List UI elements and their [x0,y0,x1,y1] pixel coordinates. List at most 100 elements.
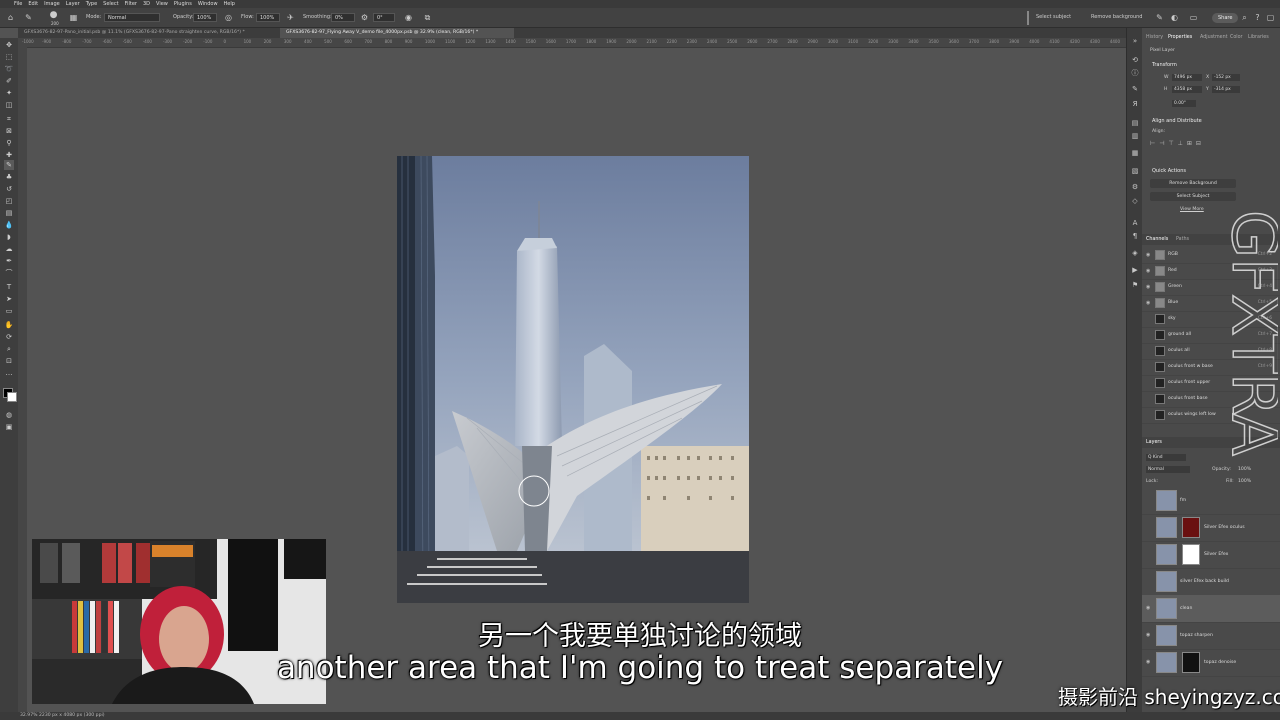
menu-help[interactable]: Help [224,1,235,7]
brush-panel-icon[interactable]: ✎ [1130,84,1140,94]
tab-flying-away[interactable]: GFXS3676-82-97_Flying Away V_demo file_4… [280,28,514,38]
menu-plugins[interactable]: Plugins [174,1,192,7]
brush-tool-active-icon[interactable]: ✎ [4,160,14,170]
shape-tool-icon[interactable]: ▭ [4,306,14,316]
history-brush-icon[interactable]: ↺ [4,184,14,194]
contrast-icon[interactable]: ◐ [1170,13,1179,22]
blend-mode-select[interactable]: Normal [1146,466,1190,473]
opacity-field[interactable]: 100% [193,13,217,22]
angle-field[interactable]: 0.00° [1172,100,1196,107]
shapes-icon[interactable]: ◇ [1130,196,1140,206]
visibility-eye-icon[interactable]: ◉ [1146,252,1150,258]
adjust-icon[interactable]: ⚙ [1130,182,1140,192]
quick-select-tool-icon[interactable]: ✐ [4,76,14,86]
lasso-tool-icon[interactable]: ➰ [4,64,14,74]
dodge-tool-icon[interactable]: ◗ [4,232,14,242]
angle-field[interactable]: 0° [373,13,395,22]
gear-icon[interactable]: ⚙ [360,13,369,22]
layer-mask-thumbnail[interactable] [1182,544,1200,565]
menu-edit[interactable]: Edit [28,1,38,7]
canvas-image[interactable] [397,156,749,603]
menu-window[interactable]: Window [198,1,218,7]
visibility-eye-icon[interactable]: ◉ [1146,268,1150,274]
layer-row[interactable]: Silver Efex [1142,541,1280,569]
tab-history[interactable]: History [1146,35,1163,40]
magic-wand-icon[interactable]: ✦ [4,88,14,98]
collapse-icon[interactable]: » [1130,36,1140,46]
tab-properties[interactable]: Properties [1168,35,1192,40]
flow-field[interactable]: 100% [256,13,280,22]
actions-play-icon[interactable]: ▶ [1130,265,1140,275]
menu-view[interactable]: View [156,1,168,7]
document-icon[interactable]: ▥ [1130,131,1140,141]
menu-select[interactable]: Select [103,1,118,7]
screen-mode-icon[interactable]: ▣ [4,422,14,432]
search-icon[interactable]: ⌕ [1240,13,1249,22]
rotate-view-icon[interactable]: ⟳ [4,332,14,342]
brush-preset-icon[interactable]: ● [49,11,58,20]
sponge-icon[interactable]: ☁ [4,244,14,254]
character-icon[interactable]: A [1130,218,1140,228]
symmetry-icon[interactable]: ⧉ [423,13,432,22]
tab-adjustment[interactable]: Adjustment [1200,35,1228,40]
layout-icon[interactable]: ▭ [1189,13,1198,22]
menu-filter[interactable]: Filter [125,1,137,7]
tab-layers[interactable]: Layers [1146,440,1162,445]
menu-image[interactable]: Image [44,1,60,7]
edit-toolbar-icon[interactable]: ⊡ [4,356,14,366]
layer-comps-icon[interactable]: ◈ [1130,248,1140,258]
smoothing-field[interactable]: 0% [331,13,355,22]
pressure-size-icon[interactable]: ◉ [404,13,413,22]
menu-3d[interactable]: 3D [143,1,150,7]
path-select-icon[interactable]: ➤ [4,294,14,304]
gradient-tool-icon[interactable]: ▤ [4,208,14,218]
paragraph-icon[interactable]: ¶ [1130,231,1140,241]
tab-color[interactable]: Color [1230,35,1243,40]
width-field[interactable]: 7496 px [1172,74,1202,81]
timeline-icon[interactable]: ⚑ [1130,280,1140,290]
history-icon[interactable]: ⟲ [1130,55,1140,65]
height-field[interactable]: 4358 px [1172,86,1202,93]
move-tool-icon[interactable]: ✥ [4,40,14,50]
clone-stamp-icon[interactable]: ♣ [4,172,14,182]
crop-tool-icon[interactable]: ⌗ [4,114,14,124]
visibility-eye-icon[interactable]: ◉ [1146,605,1150,611]
remove-background-button[interactable]: Remove background [1091,14,1142,20]
pressure-opacity-icon[interactable]: ◎ [224,13,233,22]
eyedropper-icon[interactable]: ⚲ [4,138,14,148]
menu-type[interactable]: Type [86,1,97,7]
background-color-swatch[interactable] [7,392,17,402]
gradients-icon[interactable]: ▧ [1130,166,1140,176]
menu-file[interactable]: File [14,1,22,7]
tab-channels[interactable]: Channels [1146,237,1168,242]
share-button[interactable]: Share [1212,13,1239,23]
frame-tool-icon[interactable]: ⊠ [4,126,14,136]
mode-select[interactable]: Normal [104,13,160,22]
more-tools-icon[interactable]: … [4,368,14,378]
properties-icon[interactable]: ▤ [1130,118,1140,128]
swatches-icon[interactable]: ▦ [1130,148,1140,158]
curvature-pen-icon[interactable]: ⌒ [4,268,14,278]
type-tool-icon[interactable]: T [4,282,14,292]
tab-pano-initial[interactable]: GFXS3676-82-97-Pano_initial.psb @ 11.1% … [18,28,282,38]
remove-background-action-button[interactable]: Remove Background [1150,179,1236,188]
visibility-eye-icon[interactable]: ◉ [1146,284,1150,290]
layer-mask-thumbnail[interactable] [1182,517,1200,538]
tab-libraries[interactable]: Libraries [1248,35,1269,40]
edit-icon[interactable]: ✎ [1155,13,1164,22]
brush-settings-icon[interactable]: ▦ [69,13,78,22]
layer-row[interactable]: silver Efex back build [1142,568,1280,596]
blur-tool-icon[interactable]: 💧 [4,220,14,230]
visibility-eye-icon[interactable]: ◉ [1146,300,1150,306]
marquee-tool-icon[interactable]: ⬚ [4,52,14,62]
menu-layer[interactable]: Layer [66,1,80,7]
layer-filter-kind[interactable]: Q Kind [1146,454,1186,461]
zoom-tool-icon[interactable]: ⌕ [4,344,14,354]
healing-brush-icon[interactable]: ✚ [4,150,14,160]
workspace-icon[interactable]: ▢ [1266,13,1275,22]
help-icon[interactable]: ? [1253,13,1262,22]
hand-tool-icon[interactable]: ✋ [4,320,14,330]
object-select-icon[interactable]: ◫ [4,100,14,110]
brush-tool-icon[interactable]: ✎ [24,13,33,22]
align-icons[interactable]: ⊢⊣⊤⊥⊞⊟ [1150,140,1205,147]
